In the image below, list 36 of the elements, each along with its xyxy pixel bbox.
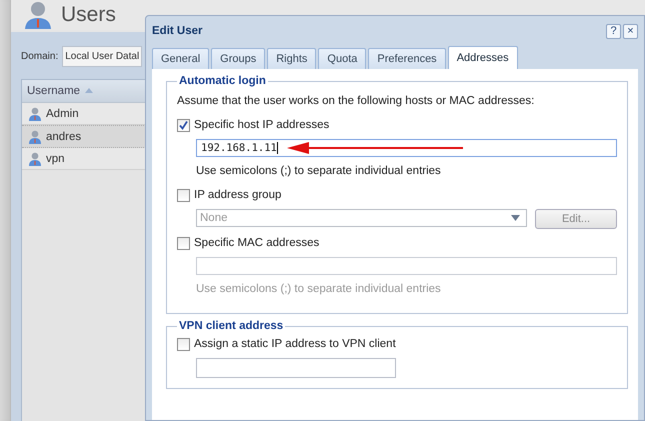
checkbox-label: Assign a static IP address to VPN client [194, 338, 396, 350]
username: andres [46, 130, 82, 142]
hint-text: Use semicolons (;) to separate individual entries [195, 165, 442, 177]
section-title: Automatic login [178, 75, 267, 87]
user-icon [28, 130, 42, 144]
username: Admin [46, 108, 79, 120]
input-field[interactable]: 192.168.1.11 [196, 139, 617, 157]
username: vpn [46, 152, 65, 164]
tab[interactable]: Preferences [368, 48, 446, 69]
domain-label: Domain: [21, 51, 58, 62]
checkbox-label: IP address group [194, 189, 282, 201]
description-text: Assume that the user works on the following hosts or MAC addresses: [177, 95, 536, 107]
tab[interactable]: Rights [267, 48, 316, 69]
tab[interactable]: Groups [211, 48, 266, 69]
checkbox[interactable] [177, 338, 190, 350]
section-title: VPN client address [178, 320, 284, 332]
tab[interactable]: Addresses [448, 46, 518, 69]
dropdown-arrow-icon [511, 215, 520, 221]
user-icon [23, 0, 53, 30]
help-button[interactable]: ? [606, 24, 621, 38]
page-title: Users [61, 3, 116, 27]
checkbox-label: Specific host IP addresses [194, 119, 330, 131]
checkbox-label: Specific MAC addresses [194, 237, 320, 249]
tab[interactable]: Quota [318, 48, 366, 69]
domain-select[interactable]: Local User Datal [62, 46, 142, 67]
checkbox[interactable] [177, 188, 190, 202]
scrollbar[interactable] [0, 0, 11, 421]
hint-text: Use semicolons (;) to separate individual entries [195, 283, 442, 295]
input-field[interactable] [196, 358, 396, 378]
dialog-title: Edit User [152, 25, 202, 37]
checkbox[interactable] [177, 236, 190, 250]
close-button[interactable]: × [623, 24, 638, 38]
tab[interactable]: General [152, 48, 210, 69]
user-icon [28, 106, 42, 120]
user-icon [28, 152, 42, 166]
checkbox[interactable] [177, 118, 190, 132]
